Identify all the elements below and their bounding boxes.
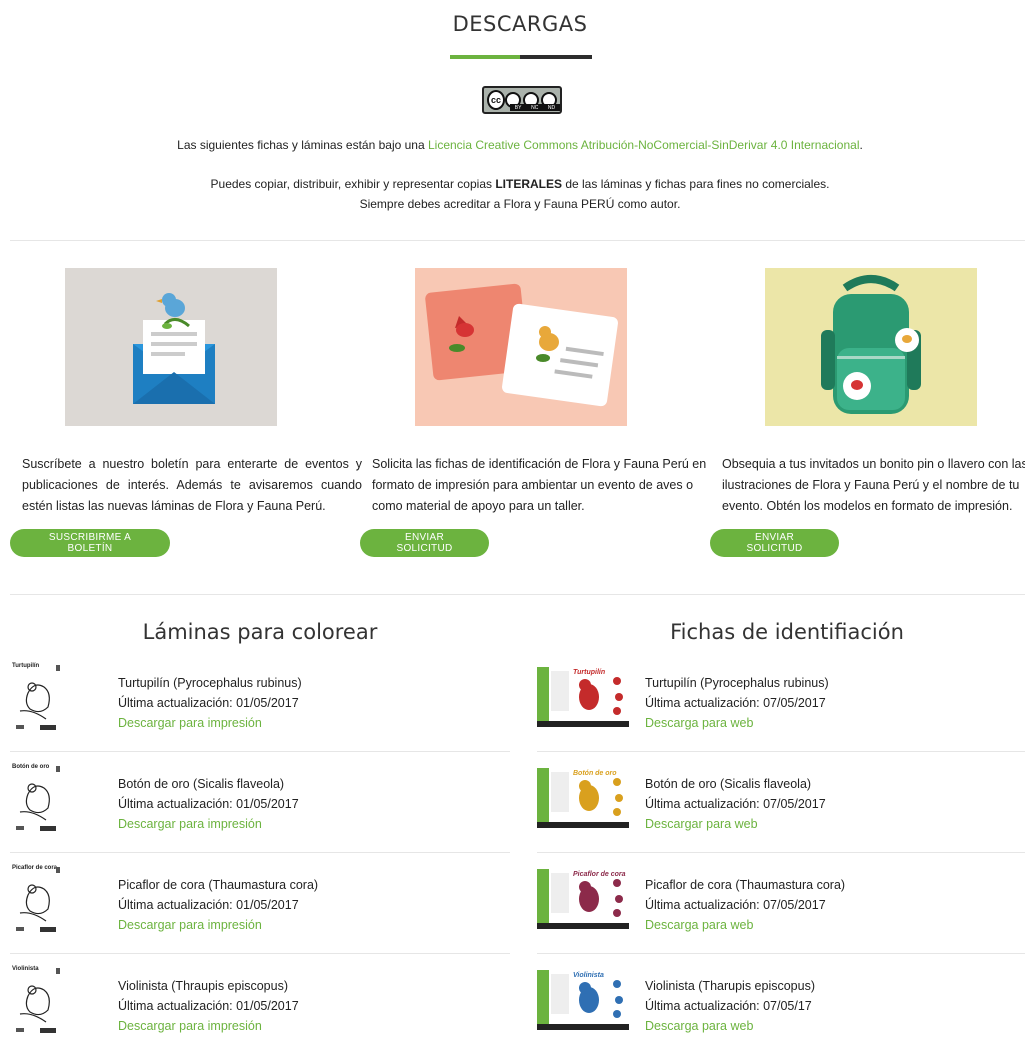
ficha-thumbnail[interactable]: Turtupilín — [537, 667, 629, 727]
backpack-illustration — [765, 268, 977, 426]
ficha-updated: Última actualización: 07/05/17 — [645, 999, 812, 1013]
cc-icon: cc — [487, 90, 505, 110]
attribution-text: Siempre debes acreditar a Flora y Fauna … — [359, 197, 681, 211]
request-fichas-button[interactable]: ENVIAR SOLICITUD — [360, 529, 489, 557]
ficha-info: Botón de oro (Sicalis flaveola) Última a… — [645, 774, 1015, 834]
lamina-item: Picaflor de cora Picaflor de cora (Thaum… — [10, 857, 510, 957]
lamina-item: Turtupilín Turtupilín (Pyrocephalus rubi… — [10, 655, 510, 755]
lamina-updated: Última actualización: 01/05/2017 — [118, 797, 299, 811]
ficha-download-link[interactable]: Descargar para web — [645, 817, 758, 831]
license-link[interactable]: Licencia Creative Commons Atribución-NoC… — [428, 138, 860, 152]
ficha-item: Picaflor de cora Picaflor de cora (Thaum… — [537, 857, 1025, 957]
lamina-thumbnail[interactable]: Violinista — [12, 966, 64, 1036]
lamina-updated: Última actualización: 01/05/2017 — [118, 696, 299, 710]
pins-card: Obsequia a tus invitados un bonito pin o… — [722, 268, 1025, 517]
fichas-description: Solicita las fichas de identificación de… — [372, 457, 707, 513]
ficha-name: Violinista (Tharupis episcopus) — [645, 979, 815, 993]
ficha-info: Picaflor de cora (Thaumastura cora) Últi… — [645, 875, 1015, 935]
ficha-item: Violinista Violinista (Tharupis episcopu… — [537, 958, 1025, 1041]
subscribe-newsletter-button[interactable]: SUSCRIBIRME A BOLETÍN — [10, 529, 170, 557]
lamina-updated: Última actualización: 01/05/2017 — [118, 898, 299, 912]
ficha-item: Botón de oro Botón de oro (Sicalis flave… — [537, 756, 1025, 856]
row-divider — [537, 953, 1025, 954]
row-divider — [10, 751, 510, 752]
request-pins-button[interactable]: ENVIAR SOLICITUD — [710, 529, 839, 557]
ficha-download-link[interactable]: Descarga para web — [645, 918, 753, 932]
ficha-updated: Última actualización: 07/05/2017 — [645, 797, 826, 811]
ficha-info: Violinista (Tharupis episcopus) Última a… — [645, 976, 1015, 1036]
copy-permission-text: Puedes copiar, distribuir, exhibir y rep… — [210, 177, 830, 191]
lamina-info: Picaflor de cora (Thaumastura cora) Últi… — [118, 875, 498, 935]
page-title: DESCARGAS — [452, 12, 588, 36]
lamina-name: Picaflor de cora (Thaumastura cora) — [118, 878, 319, 892]
ficha-download-link[interactable]: Descarga para web — [645, 716, 753, 730]
license-text: Las siguientes fichas y láminas están ba… — [177, 138, 863, 152]
lamina-download-link[interactable]: Descargar para impresión — [118, 817, 262, 831]
ficha-download-link[interactable]: Descarga para web — [645, 1019, 753, 1033]
lamina-name: Botón de oro (Sicalis flaveola) — [118, 777, 285, 791]
row-divider — [10, 953, 510, 954]
lamina-download-link[interactable]: Descargar para impresión — [118, 918, 262, 932]
lamina-download-link[interactable]: Descargar para impresión — [118, 1019, 262, 1033]
newsletter-description: Suscríbete a nuestro boletín para entera… — [22, 457, 362, 513]
pins-description: Obsequia a tus invitados un bonito pin o… — [722, 457, 1025, 513]
newsletter-card: Suscríbete a nuestro boletín para entera… — [22, 268, 362, 517]
title-underline — [450, 55, 592, 59]
fichas-section-title: Fichas de identifiación — [670, 620, 904, 644]
ficha-updated: Última actualización: 07/05/2017 — [645, 696, 826, 710]
ficha-name: Picaflor de cora (Thaumastura cora) — [645, 878, 846, 892]
lamina-info: Botón de oro (Sicalis flaveola) Última a… — [118, 774, 498, 834]
cc-strip: BY NC ND — [510, 104, 560, 111]
row-divider — [10, 852, 510, 853]
row-divider — [537, 751, 1025, 752]
row-divider — [537, 852, 1025, 853]
fichas-illustration — [415, 268, 627, 426]
ficha-item: Turtupilín Turtupilín (Pyrocephalus rubi… — [537, 655, 1025, 755]
ficha-updated: Última actualización: 07/05/2017 — [645, 898, 826, 912]
ficha-name: Botón de oro (Sicalis flaveola) — [645, 777, 812, 791]
ficha-thumbnail[interactable]: Botón de oro — [537, 768, 629, 828]
newsletter-illustration — [65, 268, 277, 426]
lamina-item: Botón de oro Botón de oro (Sicalis flave… — [10, 756, 510, 856]
lamina-thumbnail[interactable]: Botón de oro — [12, 764, 64, 834]
ficha-info: Turtupilín (Pyrocephalus rubinus) Última… — [645, 673, 1015, 733]
lamina-updated: Última actualización: 01/05/2017 — [118, 999, 299, 1013]
laminas-section-title: Láminas para colorear — [142, 620, 378, 644]
lamina-name: Turtupilín (Pyrocephalus rubinus) — [118, 676, 302, 690]
divider — [10, 594, 1025, 595]
lamina-thumbnail[interactable]: Picaflor de cora — [12, 865, 64, 935]
lamina-item: Violinista Violinista (Thraupis episcopu… — [10, 958, 510, 1041]
ficha-thumbnail[interactable]: Violinista — [537, 970, 629, 1030]
divider — [10, 240, 1025, 241]
fichas-request-card: Solicita las fichas de identificación de… — [372, 268, 712, 517]
lamina-name: Violinista (Thraupis episcopus) — [118, 979, 288, 993]
lamina-info: Turtupilín (Pyrocephalus rubinus) Última… — [118, 673, 498, 733]
lamina-info: Violinista (Thraupis episcopus) Última a… — [118, 976, 498, 1036]
creative-commons-badge[interactable]: cc BY NC ND — [482, 86, 562, 114]
ficha-name: Turtupilín (Pyrocephalus rubinus) — [645, 676, 829, 690]
ficha-thumbnail[interactable]: Picaflor de cora — [537, 869, 629, 929]
lamina-thumbnail[interactable]: Turtupilín — [12, 663, 64, 733]
lamina-download-link[interactable]: Descargar para impresión — [118, 716, 262, 730]
